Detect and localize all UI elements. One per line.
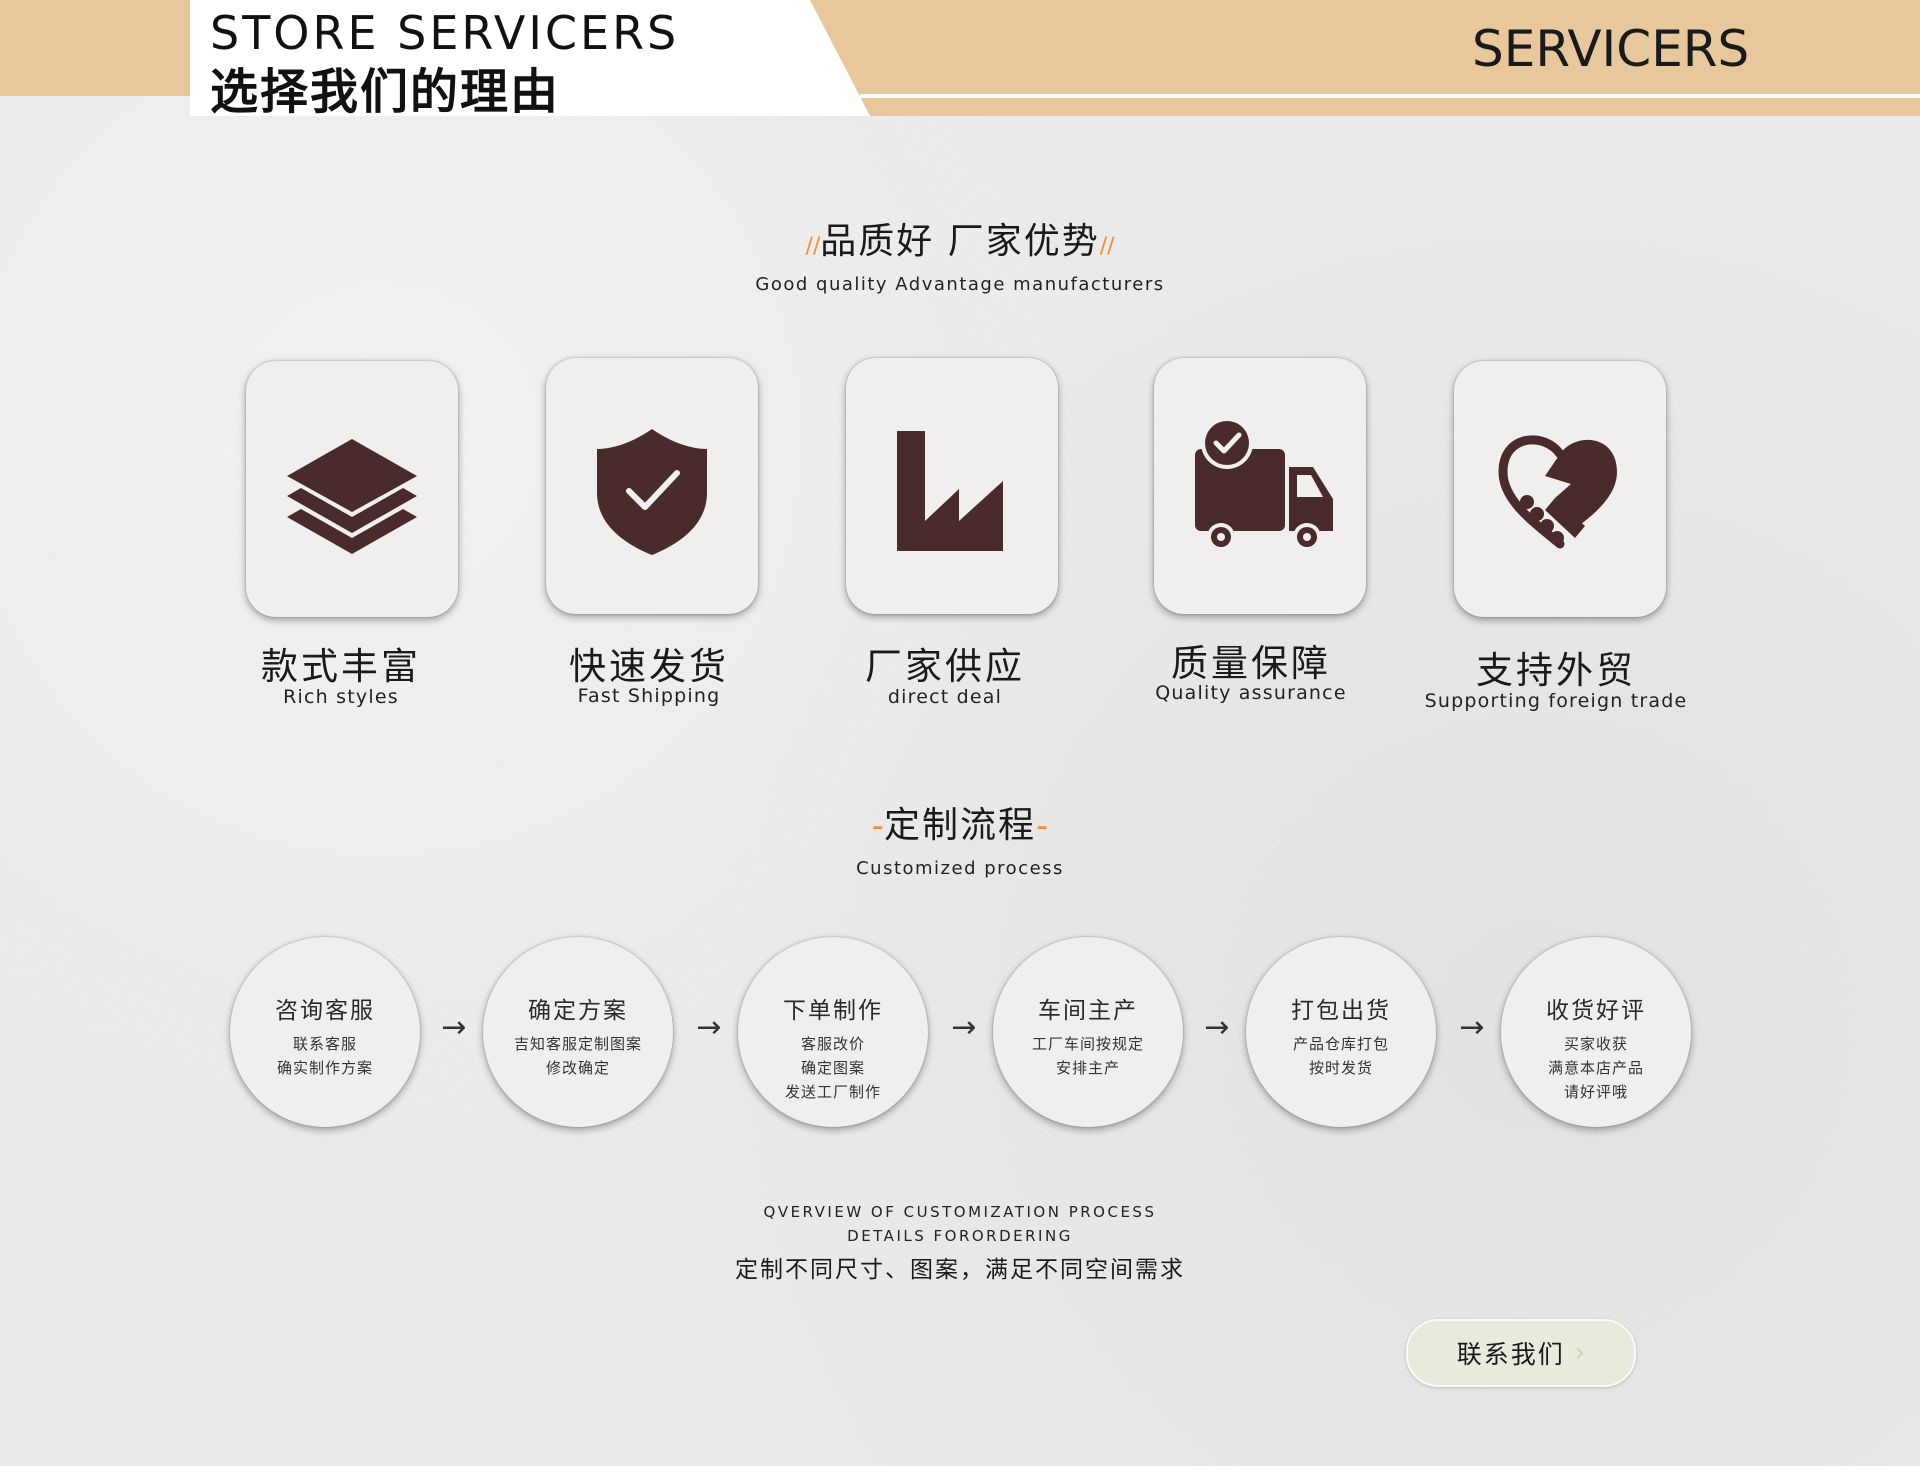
title-deco-left: // — [805, 234, 821, 259]
feature-card-quality-assurance — [1154, 358, 1366, 614]
feature-title-cn: 支持外贸 — [1476, 649, 1636, 692]
step-detail: 确定图案 — [800, 1059, 865, 1077]
step-detail: 吉知客服定制图案 — [513, 1035, 642, 1053]
step-detail: 满意本店产品 — [1547, 1059, 1644, 1077]
process-step-confirm-plan: 确定方案 吉知客服定制图案 修改确定 — [483, 937, 673, 1127]
quality-section-subtitle: Good quality Advantage manufacturers — [755, 274, 1165, 295]
process-title-text: 定制流程 — [883, 805, 1036, 846]
step-detail: 请好评哦 — [1563, 1083, 1628, 1101]
step-detail: 客服改价 — [800, 1035, 865, 1053]
step-title: 车间主产 — [1038, 998, 1138, 1024]
title-deco-left: - — [871, 806, 884, 846]
process-section-subtitle: Customized process — [856, 858, 1064, 879]
arrow-right-icon: → — [1204, 1010, 1230, 1045]
quality-section-heading: //品质好 厂家优势// Good quality Advantage manu… — [0, 212, 1920, 295]
delivery-truck-icon — [1195, 417, 1333, 551]
arrow-right-icon: → — [441, 1010, 467, 1045]
arrow-right-icon: → — [1459, 1010, 1485, 1045]
feature-card-rich-styles — [246, 361, 458, 617]
overview-line-2: DETAILS FORORDERING — [847, 1227, 1073, 1245]
process-step-production: 车间主产 工厂车间按规定 安排主产 — [993, 937, 1183, 1127]
step-detail: 联系客服 — [292, 1035, 357, 1053]
step-detail: 工厂车间按规定 — [1031, 1035, 1144, 1053]
layers-icon — [287, 439, 417, 554]
process-section-heading: -定制流程- Customized process — [0, 796, 1920, 879]
arrow-right-icon: → — [696, 1010, 722, 1045]
step-title: 打包出货 — [1291, 998, 1391, 1024]
overview-line-3: 定制不同尺寸、图案，满足不同空间需求 — [735, 1257, 1185, 1283]
quality-title-text: 品质好 厂家优势 — [820, 221, 1100, 262]
header-right-label: SERVICERS — [1472, 20, 1750, 78]
step-detail: 产品仓库打包 — [1292, 1035, 1389, 1053]
chevron-right-icon: › — [1574, 1338, 1586, 1368]
process-section-title: -定制流程- — [0, 796, 1920, 848]
title-deco-right: - — [1036, 806, 1049, 846]
feature-card-direct-deal — [846, 358, 1058, 614]
handshake-heart-icon — [1498, 435, 1617, 549]
factory-icon — [897, 431, 1003, 551]
overview-line-1: QVERVIEW OF CUSTOMIZATION PROCESS — [763, 1203, 1157, 1221]
process-step-order: 下单制作 客服改价 确定图案 发送工厂制作 — [738, 937, 928, 1127]
step-title: 咨询客服 — [275, 998, 375, 1024]
step-title: 下单制作 — [783, 998, 883, 1024]
contact-us-label: 联系我们 — [1456, 1340, 1565, 1369]
title-deco-right: // — [1099, 234, 1115, 259]
step-detail: 修改确定 — [545, 1059, 610, 1077]
quality-section-title: //品质好 厂家优势// — [0, 212, 1920, 264]
header-title-cn: 选择我们的理由 — [210, 64, 561, 120]
contact-us-button[interactable]: 联系我们 › — [1406, 1319, 1636, 1387]
step-detail: 按时发货 — [1308, 1059, 1373, 1077]
step-title: 确定方案 — [528, 998, 628, 1024]
arrow-right-icon: → — [951, 1010, 977, 1045]
process-step-shipping: 打包出货 产品仓库打包 按时发货 — [1246, 937, 1436, 1127]
feature-title-en: Supporting foreign trade — [1424, 690, 1688, 712]
step-detail: 买家收获 — [1563, 1035, 1628, 1053]
header-accent-strip — [860, 96, 1920, 116]
feature-card-foreign-trade — [1454, 361, 1666, 617]
step-detail: 确实制作方案 — [276, 1059, 373, 1077]
feature-card-fast-shipping — [546, 358, 758, 614]
step-detail: 安排主产 — [1055, 1059, 1120, 1077]
step-detail: 发送工厂制作 — [784, 1083, 881, 1101]
header-divider-line — [860, 94, 1920, 98]
process-step-consult: 咨询客服 联系客服 确实制作方案 — [230, 937, 420, 1127]
step-title: 收货好评 — [1546, 998, 1646, 1024]
shield-check-icon — [597, 429, 707, 555]
process-step-review: 收货好评 买家收获 满意本店产品 请好评哦 — [1501, 937, 1691, 1127]
